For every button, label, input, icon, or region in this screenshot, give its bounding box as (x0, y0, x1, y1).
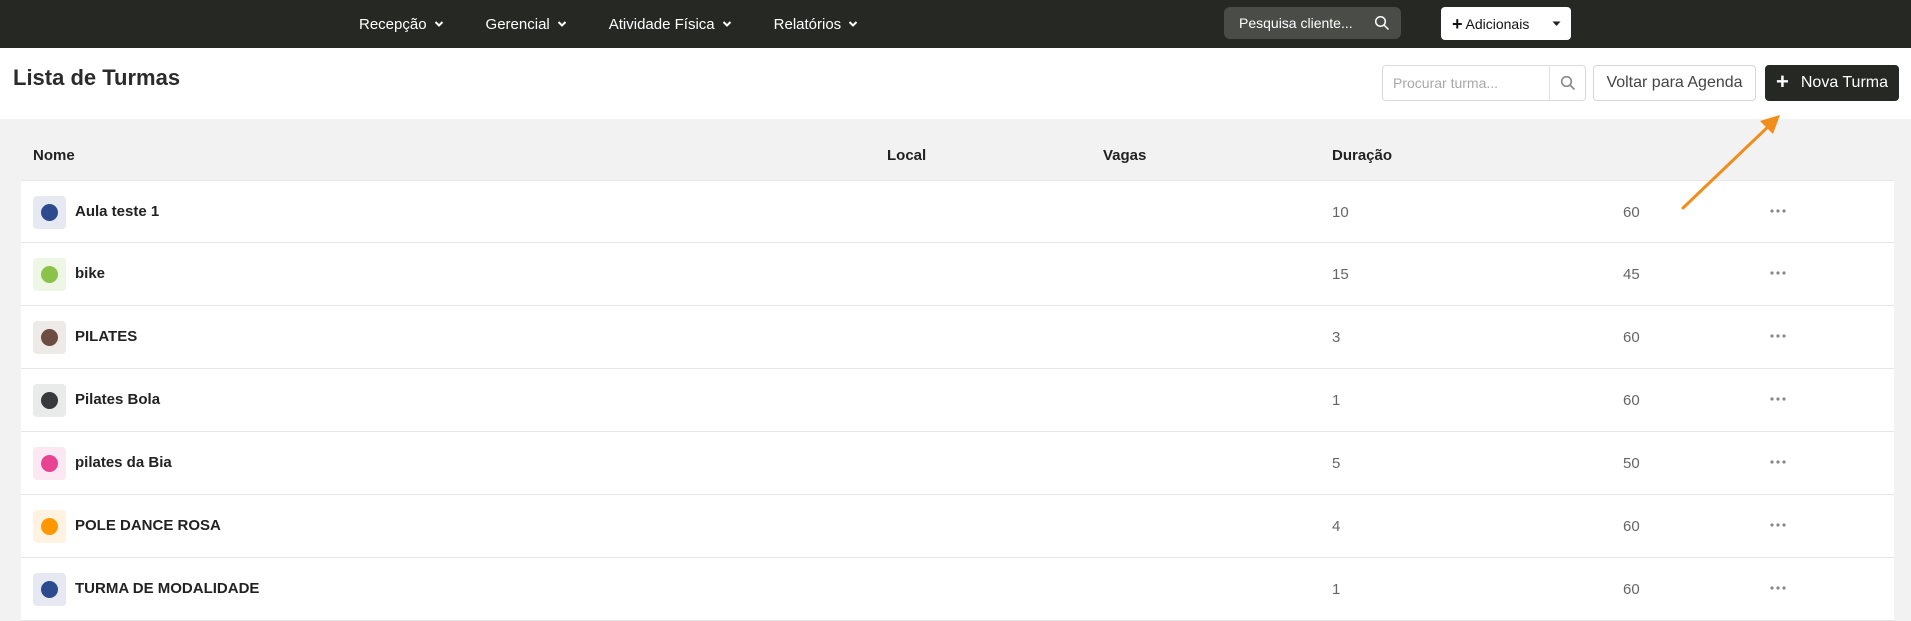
page-header: Lista de Turmas Voltar para Agenda + Nov… (0, 48, 1911, 119)
color-swatch (33, 321, 66, 354)
table-row[interactable]: TURMA DE MODALIDADE 1 60 (21, 558, 1894, 621)
add-dropdown-toggle[interactable] (1541, 7, 1571, 40)
color-swatch (33, 384, 66, 417)
class-vagas: 1 (1332, 581, 1341, 598)
color-swatch (33, 258, 66, 291)
more-options-icon[interactable] (1766, 450, 1790, 474)
class-duration: 60 (1623, 329, 1640, 346)
more-options-icon[interactable] (1766, 261, 1790, 285)
color-dot (41, 266, 58, 283)
table-body: Aula teste 1 10 60 bike 15 45 PILATES 3 … (21, 180, 1894, 621)
plus-icon: + (1776, 69, 1789, 94)
plus-icon: + (1452, 13, 1463, 34)
menu-label: Atividade Física (608, 15, 715, 33)
classes-table: Nome Local Vagas Duração Aula teste 1 10… (21, 119, 1894, 621)
menu-recepcao[interactable]: Recepção (359, 16, 444, 33)
color-swatch (33, 573, 66, 606)
column-header-nome[interactable]: Nome (33, 147, 75, 164)
class-duration: 45 (1623, 266, 1640, 283)
more-options-icon[interactable] (1766, 513, 1790, 537)
table-row[interactable]: bike 15 45 (21, 243, 1894, 306)
table-row[interactable]: Pilates Bola 1 60 (21, 369, 1894, 432)
class-vagas: 5 (1332, 455, 1341, 472)
more-options-icon[interactable] (1766, 387, 1790, 411)
class-name[interactable]: Pilates Bola (75, 391, 160, 408)
color-swatch (33, 447, 66, 480)
class-duration: 60 (1623, 204, 1640, 221)
menu-label: Relatórios (773, 15, 842, 33)
color-dot (41, 204, 58, 221)
add-button[interactable]: + Adicionais (1441, 7, 1541, 40)
class-vagas: 1 (1332, 392, 1341, 409)
class-duration: 60 (1623, 392, 1640, 409)
top-navbar: Recepção Gerencial Atividade Física Rela… (0, 0, 1911, 48)
menu-gerencial[interactable]: Gerencial (486, 16, 567, 33)
column-header-local[interactable]: Local (887, 147, 926, 164)
class-name[interactable]: pilates da Bia (75, 454, 172, 471)
color-dot (41, 455, 58, 472)
class-name[interactable]: POLE DANCE ROSA (75, 517, 221, 534)
class-search (1382, 65, 1586, 101)
class-search-button[interactable] (1549, 66, 1585, 100)
more-options-icon[interactable] (1766, 576, 1790, 600)
client-search-label: Pesquisa cliente... (1239, 15, 1353, 31)
color-dot (41, 392, 58, 409)
column-header-duracao[interactable]: Duração (1332, 147, 1392, 164)
search-icon (1374, 15, 1390, 31)
color-swatch (33, 196, 66, 229)
menu-atividade-fisica[interactable]: Atividade Física (609, 16, 732, 33)
chevron-down-icon (557, 21, 566, 27)
new-class-label: Nova Turma (1800, 74, 1888, 91)
table-row[interactable]: pilates da Bia 5 50 (21, 432, 1894, 495)
class-name[interactable]: TURMA DE MODALIDADE (75, 580, 259, 597)
add-button-label: Adicionais (1465, 15, 1530, 32)
table-row[interactable]: PILATES 3 60 (21, 306, 1894, 369)
class-vagas: 10 (1332, 204, 1349, 221)
class-vagas: 4 (1332, 518, 1341, 535)
color-dot (41, 581, 58, 598)
menu-label: Gerencial (485, 15, 550, 33)
more-options-icon[interactable] (1766, 324, 1790, 348)
class-vagas: 3 (1332, 329, 1341, 346)
client-search[interactable]: Pesquisa cliente... (1224, 7, 1401, 39)
chevron-down-icon (848, 21, 858, 27)
class-name[interactable]: Aula teste 1 (75, 203, 159, 220)
class-search-input[interactable] (1383, 66, 1549, 100)
color-dot (41, 518, 58, 535)
class-duration: 60 (1623, 581, 1640, 598)
class-duration: 50 (1623, 455, 1640, 472)
add-dropdown-button[interactable]: + Adicionais (1441, 7, 1571, 40)
more-options-icon[interactable] (1766, 199, 1790, 223)
table-row[interactable]: Aula teste 1 10 60 (21, 180, 1894, 243)
caret-down-icon (1552, 21, 1560, 26)
chevron-down-icon (722, 21, 731, 27)
class-duration: 60 (1623, 518, 1640, 535)
chevron-down-icon (434, 21, 443, 27)
search-icon (1560, 75, 1575, 91)
class-name[interactable]: PILATES (75, 328, 137, 345)
column-header-vagas[interactable]: Vagas (1103, 147, 1146, 164)
menu-label: Recepção (359, 15, 427, 33)
table-header: Nome Local Vagas Duração (21, 119, 1894, 180)
color-swatch (33, 510, 66, 543)
new-class-button[interactable]: + Nova Turma (1765, 65, 1899, 101)
back-to-schedule-button[interactable]: Voltar para Agenda (1593, 65, 1756, 101)
menu-relatorios[interactable]: Relatórios (774, 16, 859, 33)
color-dot (41, 329, 58, 346)
main-menu: Recepção Gerencial Atividade Física Rela… (359, 0, 900, 48)
table-row[interactable]: POLE DANCE ROSA 4 60 (21, 495, 1894, 558)
class-vagas: 15 (1332, 266, 1349, 283)
page-title: Lista de Turmas (13, 65, 181, 90)
class-name[interactable]: bike (75, 265, 105, 282)
